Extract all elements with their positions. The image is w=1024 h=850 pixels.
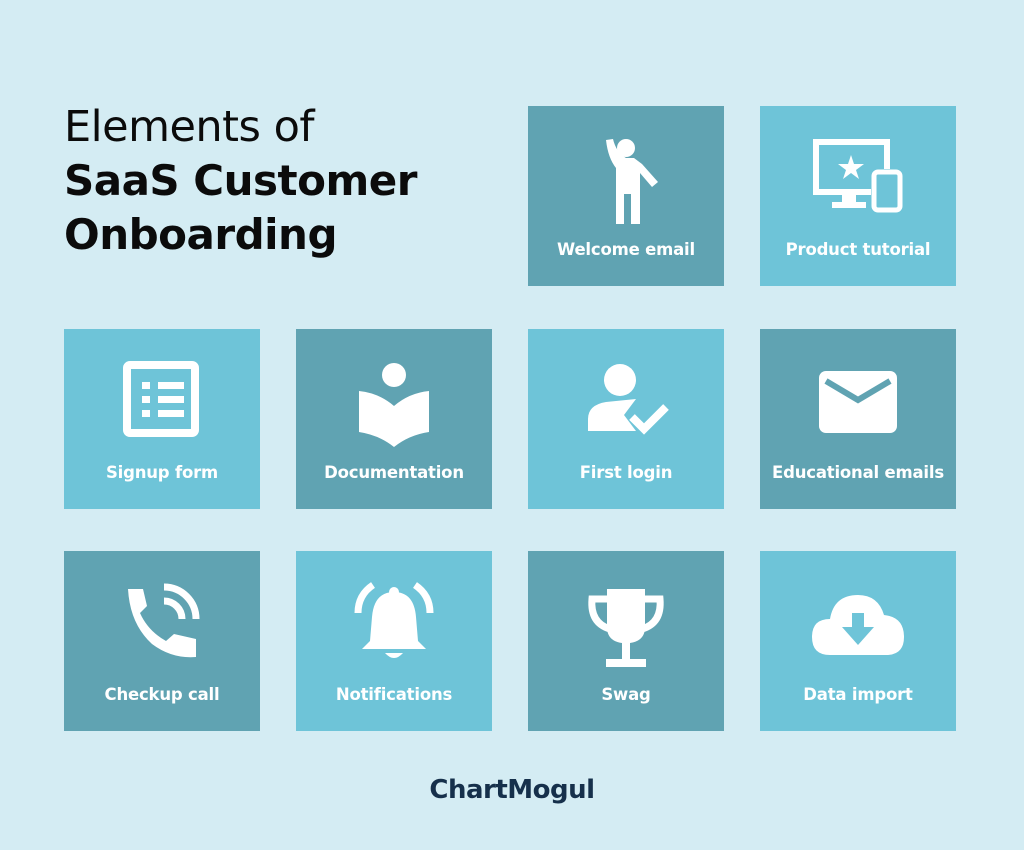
tile-documentation: Documentation bbox=[296, 329, 492, 509]
tile-label: Welcome email bbox=[557, 240, 695, 259]
tile-label: First login bbox=[579, 463, 673, 482]
monitor-phone-star-icon bbox=[808, 134, 908, 224]
user-check-icon bbox=[576, 357, 676, 447]
title-line-2: SaaS Customer bbox=[64, 156, 417, 205]
tile-educational-emails: Educational emails bbox=[760, 329, 956, 509]
envelope-icon bbox=[808, 357, 908, 447]
tile-label: Checkup call bbox=[104, 685, 220, 704]
tile-label: Product tutorial bbox=[785, 240, 931, 259]
tile-swag: Swag bbox=[528, 551, 724, 731]
ringing-bell-icon bbox=[344, 579, 444, 669]
tile-label: Swag bbox=[601, 685, 651, 704]
phone-call-icon bbox=[112, 579, 212, 669]
tile-label: Notifications bbox=[335, 685, 453, 704]
title-line-3: Onboarding bbox=[64, 210, 338, 259]
tile-checkup-call: Checkup call bbox=[64, 551, 260, 731]
tile-product-tutorial: Product tutorial bbox=[760, 106, 956, 286]
reader-book-icon bbox=[344, 357, 444, 447]
trophy-icon bbox=[576, 579, 676, 669]
tile-notifications: Notifications bbox=[296, 551, 492, 731]
tile-label: Educational emails bbox=[772, 463, 944, 482]
tile-label: Data import bbox=[803, 685, 913, 704]
title-line-1: Elements of bbox=[64, 102, 315, 152]
tile-label: Signup form bbox=[105, 463, 219, 482]
tile-data-import: Data import bbox=[760, 551, 956, 731]
tile-welcome-email: Welcome email bbox=[528, 106, 724, 286]
chartmogul-logo: ChartMogul bbox=[429, 775, 595, 805]
tile-signup-form: Signup form bbox=[64, 329, 260, 509]
tile-first-login: First login bbox=[528, 329, 724, 509]
tile-label: Documentation bbox=[324, 463, 464, 482]
cloud-download-icon bbox=[808, 579, 908, 669]
waving-person-icon bbox=[576, 134, 676, 224]
form-list-icon bbox=[112, 357, 212, 447]
page-title: Elements of SaaS Customer Onboarding bbox=[64, 100, 417, 262]
